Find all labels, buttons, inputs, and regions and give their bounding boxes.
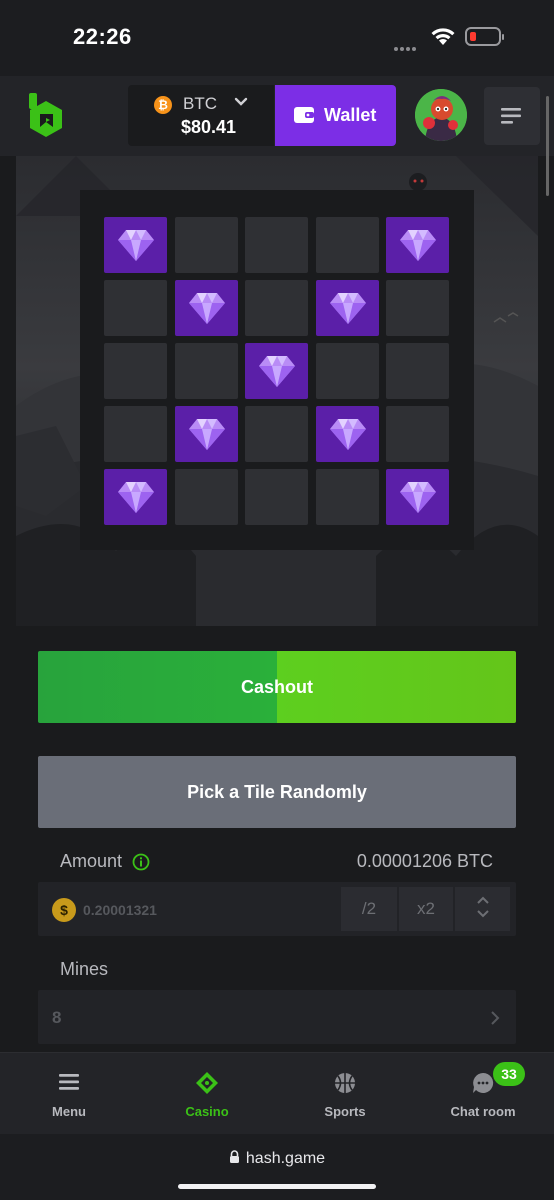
diamond-gem-icon bbox=[330, 293, 366, 324]
up-down-arrows-icon bbox=[476, 896, 489, 917]
mines-count-value: 8 bbox=[52, 1008, 62, 1027]
revealed-gem-tile bbox=[104, 217, 167, 273]
page-scrollbar[interactable] bbox=[546, 96, 549, 196]
hidden-tile[interactable] bbox=[316, 469, 379, 525]
mines-label: Mines bbox=[60, 959, 109, 979]
pick-random-tile-button[interactable]: Pick a Tile Randomly bbox=[38, 756, 516, 828]
battery-icon bbox=[465, 27, 504, 46]
nav-label-chat-room: Chat room bbox=[450, 1104, 516, 1119]
hash-game-logo[interactable] bbox=[27, 93, 65, 139]
avatar[interactable] bbox=[415, 89, 467, 141]
currency-label: BTC bbox=[183, 94, 217, 113]
revealed-gem-tile bbox=[386, 469, 449, 525]
bottom-navigation: Menu Casino Sports Chat room bbox=[0, 1052, 554, 1135]
hamburger-icon bbox=[59, 1074, 79, 1090]
chat-icon bbox=[473, 1072, 494, 1093]
wallet-icon bbox=[294, 107, 314, 123]
hidden-tile[interactable] bbox=[386, 343, 449, 399]
double-bet-button[interactable]: x2 bbox=[399, 887, 453, 931]
signal-dots-icon bbox=[394, 38, 418, 56]
nav-item-menu[interactable]: Menu bbox=[0, 1053, 138, 1135]
hidden-tile[interactable] bbox=[104, 280, 167, 336]
half-bet-button[interactable]: /2 bbox=[341, 887, 397, 931]
nav-item-chat-room[interactable]: Chat room bbox=[414, 1053, 552, 1135]
nav-label-menu: Menu bbox=[52, 1104, 86, 1119]
revealed-gem-tile bbox=[245, 343, 308, 399]
diamond-gem-icon bbox=[259, 356, 295, 387]
clock: 22:26 bbox=[73, 24, 132, 49]
diamond-gem-icon bbox=[118, 230, 154, 261]
diamond-gem-icon bbox=[330, 419, 366, 450]
list-menu-icon bbox=[501, 108, 521, 124]
mines-count-select[interactable]: 8 bbox=[38, 990, 516, 1044]
nav-item-casino[interactable]: Casino bbox=[138, 1053, 276, 1135]
hidden-tile[interactable] bbox=[386, 406, 449, 462]
hidden-tile[interactable] bbox=[245, 406, 308, 462]
diamond-gem-icon bbox=[118, 482, 154, 513]
avatar-image bbox=[415, 89, 467, 141]
cashout-button[interactable]: Cashout bbox=[38, 651, 516, 723]
hidden-tile[interactable] bbox=[316, 343, 379, 399]
hidden-tile[interactable] bbox=[316, 217, 379, 273]
hidden-tile[interactable] bbox=[245, 280, 308, 336]
revealed-gem-tile bbox=[316, 280, 379, 336]
revealed-gem-tile bbox=[316, 406, 379, 462]
chevron-right-icon bbox=[491, 1011, 500, 1025]
hidden-tile[interactable] bbox=[245, 217, 308, 273]
hidden-tile[interactable] bbox=[175, 343, 238, 399]
url-display[interactable]: hash.game bbox=[0, 1150, 554, 1168]
bet-amount-value[interactable]: 0.20001321 bbox=[83, 902, 157, 918]
revealed-gem-tile bbox=[386, 217, 449, 273]
bet-stepper-button[interactable] bbox=[455, 887, 510, 931]
hidden-tile[interactable] bbox=[386, 280, 449, 336]
chat-unread-badge: 33 bbox=[493, 1062, 525, 1086]
mines-game-area bbox=[16, 156, 538, 626]
nav-item-sports[interactable]: Sports bbox=[276, 1053, 414, 1135]
hidden-tile[interactable] bbox=[104, 343, 167, 399]
browser-url-bar[interactable]: hash.game bbox=[0, 1134, 554, 1200]
btc-icon: ₿ bbox=[154, 96, 172, 114]
diamond-gem-icon bbox=[189, 293, 225, 324]
diamond-gem-icon bbox=[400, 230, 436, 261]
revealed-gem-tile bbox=[175, 280, 238, 336]
info-icon[interactable] bbox=[132, 853, 150, 871]
nav-label-casino: Casino bbox=[185, 1104, 229, 1119]
casino-icon bbox=[196, 1072, 218, 1094]
menu-button[interactable] bbox=[484, 87, 540, 145]
basketball-icon bbox=[335, 1073, 355, 1093]
hidden-tile[interactable] bbox=[104, 406, 167, 462]
hidden-tile[interactable] bbox=[175, 469, 238, 525]
mines-board bbox=[80, 190, 474, 550]
wallet-label: Wallet bbox=[324, 105, 377, 125]
hidden-tile[interactable] bbox=[245, 469, 308, 525]
home-indicator[interactable] bbox=[178, 1184, 376, 1189]
lock-icon bbox=[229, 1150, 239, 1163]
nav-label-sports: Sports bbox=[324, 1104, 366, 1119]
diamond-gem-icon bbox=[189, 419, 225, 450]
wallet-button[interactable]: Wallet bbox=[275, 85, 396, 146]
amount-btc-value: 0.00001206 BTC bbox=[356, 851, 493, 871]
revealed-gem-tile bbox=[104, 469, 167, 525]
status-bar: 22:26 bbox=[0, 0, 554, 76]
dollar-coin-icon: $ bbox=[52, 898, 76, 922]
site-header: ₿ BTC $80.41 Wallet bbox=[0, 76, 554, 156]
wifi-icon bbox=[431, 28, 455, 45]
revealed-gem-tile bbox=[175, 406, 238, 462]
bet-amount-input[interactable]: $ 0.20001321 /2 x2 bbox=[38, 882, 516, 936]
chevron-down-icon bbox=[234, 97, 248, 106]
balance-selector[interactable]: ₿ BTC $80.41 bbox=[128, 85, 274, 146]
diamond-gem-icon bbox=[400, 482, 436, 513]
balance-amount: $80.41 bbox=[181, 117, 237, 137]
hidden-tile[interactable] bbox=[175, 217, 238, 273]
amount-label: Amount bbox=[60, 851, 123, 871]
url-text: hash.game bbox=[245, 1150, 326, 1167]
